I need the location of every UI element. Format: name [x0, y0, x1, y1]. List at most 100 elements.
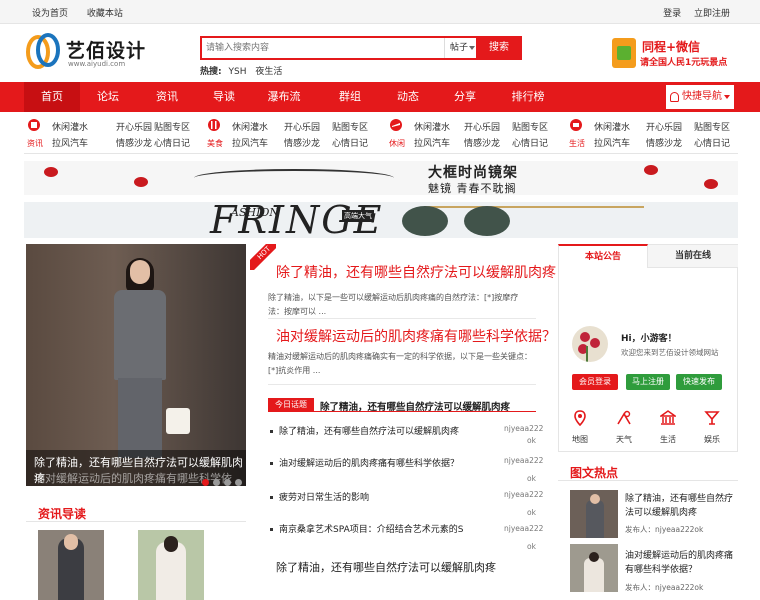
list-item[interactable]: 油对缓解运动后的肌肉疼痛有哪些科学依据？: [270, 456, 459, 469]
subnav-group-label: 资讯: [27, 139, 43, 148]
hot-pic-thumbnail[interactable]: [570, 544, 618, 592]
set-home-link[interactable]: 设为首页: [32, 9, 68, 19]
tab-announcements[interactable]: 本站公告: [558, 244, 648, 268]
article-summary: 除了精油，以下是一些可以缓解运动后肌肉疼痛的自然疗法：[*]按摩疗法：按摩可以 …: [268, 293, 519, 316]
login-link[interactable]: 登录: [663, 9, 681, 19]
logo-icon: [26, 33, 60, 69]
quick-link-weather[interactable]: 天气: [606, 410, 642, 445]
sub-nav: 资讯 休闲灌水 开心乐园 贴图专区 拉风汽车 情感沙龙 心情日记 美食 休闲灌水…: [24, 114, 738, 154]
news-thumbnail[interactable]: [138, 530, 204, 600]
chevron-down-icon: [469, 46, 475, 50]
subnav-link[interactable]: 心情日记: [154, 136, 190, 149]
hot-pic-title[interactable]: 油对缓解运动后的肌肉疼痛有哪些科学依据？: [625, 549, 737, 577]
subnav-link[interactable]: 拉风汽车: [232, 136, 268, 149]
search-button[interactable]: 搜索: [476, 36, 522, 60]
subnav-link[interactable]: 开心乐园: [646, 120, 682, 133]
hot-search-item[interactable]: YSH: [228, 67, 246, 77]
nav-item-activity[interactable]: 动态: [380, 82, 436, 112]
quick-link-label: 生活: [660, 435, 676, 444]
subnav-link[interactable]: 贴图专区: [154, 120, 190, 133]
hot-search-item[interactable]: 夜生活: [255, 67, 282, 77]
hot-pic-thumbnail[interactable]: [570, 490, 618, 538]
quick-post-button[interactable]: 快速发布: [676, 374, 722, 390]
quick-nav-button[interactable]: 快捷导航: [665, 84, 735, 110]
list-item-user[interactable]: njyeaa222: [504, 424, 543, 433]
list-item[interactable]: 南京桑拿艺术SPA项目：介绍结合艺术元素的S: [270, 522, 463, 535]
search-category-select[interactable]: 帖子: [444, 38, 478, 58]
nav-item-groups[interactable]: 群组: [322, 82, 378, 112]
ad-banner-glasses[interactable]: 大框时尚镜架 魅镜 青春不耽搁: [24, 161, 738, 195]
slider-dot[interactable]: [202, 479, 209, 486]
register-link[interactable]: 立即注册: [694, 9, 730, 19]
article-summary: 精油对缓解运动后的肌肉疼痛确实有一定的科学依据，以下是一些关键点：[*]抗炎作用…: [268, 352, 532, 375]
list-item-user[interactable]: njyeaa222: [504, 490, 543, 499]
promo-banner[interactable]: 同程+微信 请全国人民1元玩景点: [612, 38, 738, 70]
slider-dot[interactable]: [213, 479, 220, 486]
glasses-frame: [424, 206, 644, 208]
divider: [268, 384, 536, 385]
subnav-link[interactable]: 心情日记: [332, 136, 368, 149]
bookmark-link[interactable]: 收藏本站: [87, 9, 123, 19]
nav-item-ranking[interactable]: 排行榜: [500, 82, 556, 112]
nav-item-home[interactable]: 首页: [24, 82, 80, 112]
subnav-link[interactable]: 开心乐园: [464, 120, 500, 133]
nav-item-guide[interactable]: 导读: [196, 82, 252, 112]
hot-pic-title[interactable]: 除了精油，还有哪些自然疗法可以缓解肌肉疼: [625, 492, 737, 520]
subnav-link[interactable]: 贴图专区: [332, 120, 368, 133]
quick-link-map[interactable]: 地图: [562, 410, 598, 445]
user-icon: [670, 92, 679, 102]
subnav-link[interactable]: 开心乐园: [116, 120, 152, 133]
news-thumbnail[interactable]: [38, 530, 104, 600]
subnav-link[interactable]: 休闲灌水: [232, 120, 268, 133]
subnav-link[interactable]: 情感沙龙: [646, 136, 682, 149]
quick-link-label: 天气: [616, 435, 632, 444]
search-input[interactable]: [206, 41, 436, 55]
image-slider[interactable]: 除了精油，还有哪些自然疗法可以缓解肌肉疼 油对缓解运动后的肌肉疼痛有哪些科学依据…: [26, 244, 246, 486]
site-url: www.aiyudi.com: [68, 60, 126, 68]
subnav-link[interactable]: 心情日记: [512, 136, 548, 149]
list-item-user[interactable]: njyeaa222: [504, 456, 543, 465]
subnav-link[interactable]: 贴图专区: [694, 120, 730, 133]
subnav-link[interactable]: 心情日记: [694, 136, 730, 149]
subnav-group-news: 资讯 休闲灌水 开心乐园 贴图专区 拉风汽车 情感沙龙 心情日记: [24, 114, 204, 154]
subnav-link[interactable]: 拉风汽车: [414, 136, 450, 149]
subnav-link[interactable]: 情感沙龙: [284, 136, 320, 149]
member-login-button[interactable]: 会员登录: [572, 374, 618, 390]
subnav-link[interactable]: 贴图专区: [512, 120, 548, 133]
list-item-user-suffix: ok: [527, 542, 536, 551]
glasses-image: [194, 169, 394, 187]
ad-banner-fashion[interactable]: FRINGE ASHION 高端大气: [24, 202, 738, 238]
subnav-link[interactable]: 情感沙龙: [116, 136, 152, 149]
nav-item-waterfall[interactable]: 瀑布流: [256, 82, 312, 112]
site-logo[interactable]: 艺佰设计 www.aiyudi.com: [24, 30, 164, 74]
article-title[interactable]: 除了精油，还有哪些自然疗法可以缓解肌肉疼: [276, 262, 556, 282]
slider-dot[interactable]: [224, 479, 231, 486]
subnav-link[interactable]: 情感沙龙: [464, 136, 500, 149]
top-bar: 设为首页 收藏本站 登录 立即注册: [0, 0, 760, 24]
subnav-link[interactable]: 休闲灌水: [52, 120, 88, 133]
cart-icon: [570, 119, 582, 131]
nav-item-news[interactable]: 资讯: [139, 82, 195, 112]
register-button[interactable]: 马上注册: [626, 374, 670, 390]
article-title[interactable]: 油对缓解运动后的肌肉疼痛有哪些科学依据？: [276, 326, 556, 346]
list-item[interactable]: 除了精油，还有哪些自然疗法可以缓解肌肉疼: [270, 424, 459, 437]
greeting: Hi，小游客！: [621, 334, 677, 344]
slider-dot[interactable]: [235, 479, 242, 486]
subnav-link[interactable]: 休闲灌水: [594, 120, 630, 133]
article-title[interactable]: 除了精油，还有哪些自然疗法可以缓解肌肉疼: [276, 559, 496, 575]
right-tabs: 本站公告 当前在线: [558, 244, 738, 268]
subnav-link[interactable]: 拉风汽车: [594, 136, 630, 149]
subnav-group-label: 美食: [207, 139, 223, 148]
list-item-user[interactable]: njyeaa222: [504, 524, 543, 533]
nav-item-forum[interactable]: 论坛: [80, 82, 136, 112]
subnav-link[interactable]: 休闲灌水: [414, 120, 450, 133]
list-item-title: 油对缓解运动后的肌肉疼痛有哪些科学依据？: [279, 459, 460, 469]
subnav-link[interactable]: 开心乐园: [284, 120, 320, 133]
nav-item-share[interactable]: 分享: [437, 82, 493, 112]
list-item[interactable]: 疲劳对日常生活的影响: [270, 490, 369, 503]
tab-online[interactable]: 当前在线: [648, 244, 738, 268]
quick-link-entertainment[interactable]: 娱乐: [694, 410, 730, 445]
today-topic-title[interactable]: 除了精油，还有哪些自然疗法可以缓解肌肉疼: [320, 399, 510, 413]
quick-link-life[interactable]: 生活: [650, 410, 686, 445]
subnav-link[interactable]: 拉风汽车: [52, 136, 88, 149]
